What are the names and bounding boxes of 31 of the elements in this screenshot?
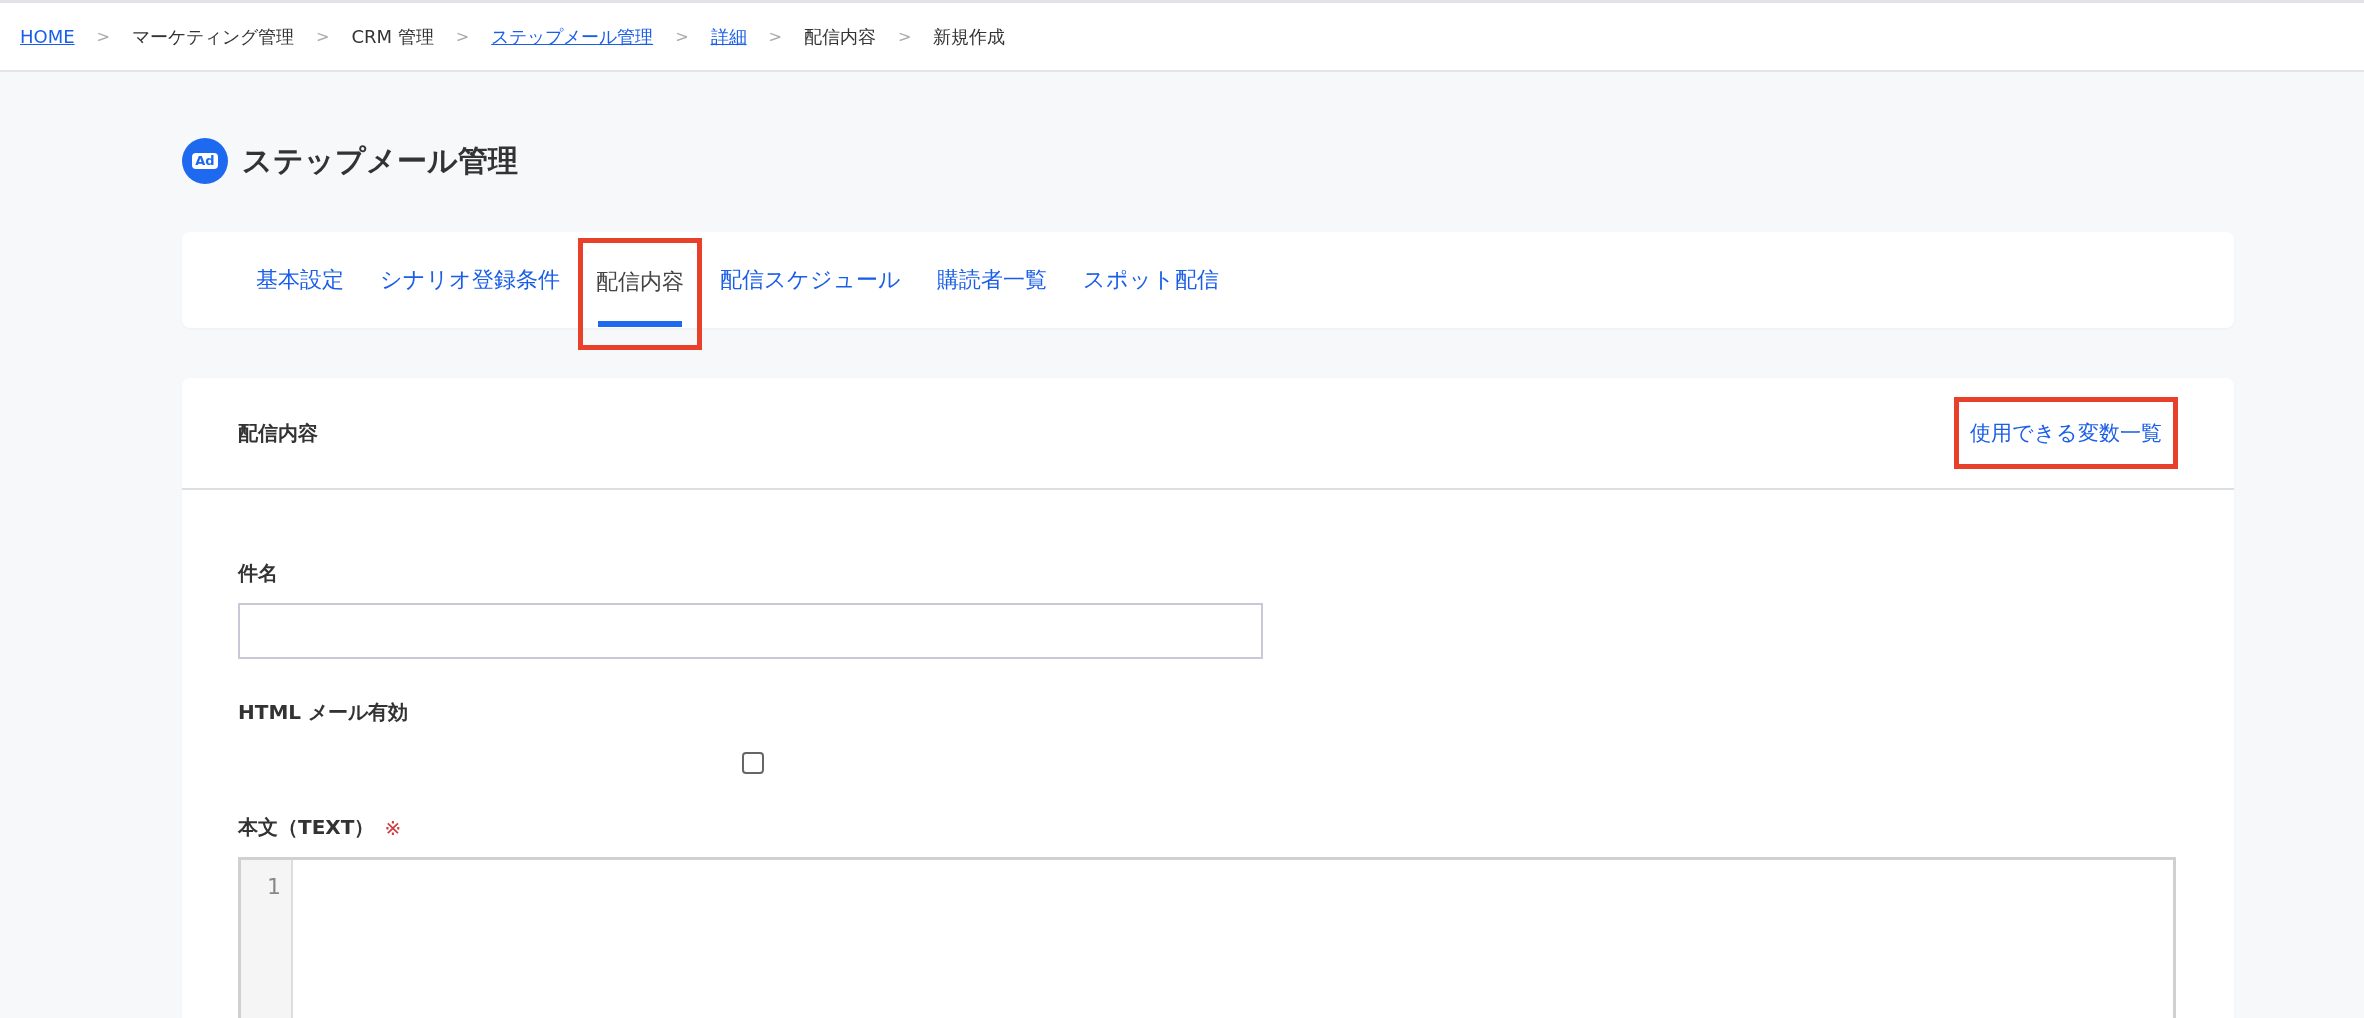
breadcrumb-link[interactable]: HOME: [20, 26, 75, 47]
breadcrumb-separator: >: [455, 27, 470, 46]
breadcrumb-separator: >: [897, 27, 912, 46]
breadcrumb-separator: >: [316, 27, 330, 46]
breadcrumb-separator: >: [675, 27, 689, 46]
line-number: 1: [266, 874, 282, 899]
card-title: 配信内容: [238, 419, 318, 447]
checkbox[interactable]: [742, 752, 764, 774]
breadcrumb-item: CRM 管理: [351, 24, 434, 49]
breadcrumb-item: 新規作成: [933, 24, 1006, 49]
code-editor[interactable]: 1: [238, 857, 2176, 1018]
variables-link[interactable]: 使用できる変数一覧: [1956, 399, 2176, 467]
breadcrumb-item: 配信内容: [803, 24, 876, 49]
subject-input[interactable]: [238, 603, 1263, 659]
breadcrumb-link[interactable]: 詳細: [710, 24, 747, 49]
logo-icon: Ad: [182, 138, 228, 184]
field-label: 件名: [238, 560, 278, 587]
tab[interactable]: 配信スケジュール: [702, 232, 919, 328]
required-mark: ※: [384, 815, 402, 840]
tab[interactable]: シナリオ登録条件: [362, 232, 578, 328]
breadcrumb-item: マーケティング管理: [132, 24, 294, 49]
field-label: HTML メール有効: [238, 699, 408, 726]
page-title: ステップメール管理: [242, 141, 518, 180]
tab[interactable]: 購読者一覧: [919, 232, 1065, 328]
breadcrumb-link[interactable]: ステップメール管理: [491, 24, 654, 49]
field-label: 本文（TEXT）: [238, 814, 375, 841]
breadcrumb-separator: >: [96, 27, 110, 46]
tab[interactable]: 配信内容: [578, 238, 702, 350]
breadcrumb-separator: >: [768, 27, 782, 46]
tab[interactable]: スポット配信: [1065, 232, 1237, 328]
tab[interactable]: 基本設定: [238, 232, 362, 328]
